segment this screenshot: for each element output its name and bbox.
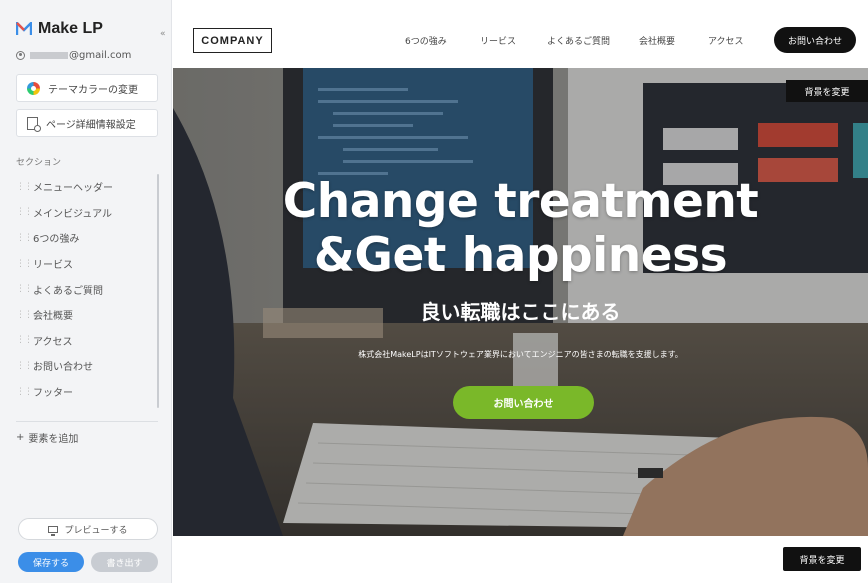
user-icon	[16, 51, 25, 60]
change-background-button[interactable]: 背景を変更	[786, 80, 868, 102]
monitor-icon	[48, 525, 59, 536]
plus-icon: +	[16, 432, 25, 443]
section-item[interactable]: ⋮⋮ メニューヘッダー	[16, 174, 156, 200]
drag-handle-icon[interactable]: ⋮⋮	[16, 207, 33, 217]
site-nav: 6つの強み リービス よくあるご質問 会社概要 アクセス	[173, 34, 868, 48]
section-item-label: 6つの強み	[33, 234, 80, 246]
drag-handle-icon[interactable]: ⋮⋮	[16, 387, 33, 397]
add-element-button[interactable]: + 要素を追加	[16, 430, 78, 445]
drag-handle-icon[interactable]: ⋮⋮	[16, 182, 33, 192]
section-item[interactable]: ⋮⋮ フッター	[16, 379, 156, 405]
drag-handle-icon[interactable]: ⋮⋮	[16, 259, 33, 269]
document-search-icon	[27, 116, 41, 132]
section-item[interactable]: ⋮⋮ 6つの強み	[16, 225, 156, 251]
drag-handle-icon[interactable]: ⋮⋮	[16, 361, 33, 371]
drag-handle-icon[interactable]: ⋮⋮	[16, 310, 33, 320]
page-settings-label: ページ詳細情報設定	[46, 119, 136, 131]
hero-content: Change treatment &Get happiness 良い転職はここに…	[173, 68, 868, 536]
theme-color-button[interactable]: テーマカラーの変更	[16, 74, 158, 102]
section-list-scrollbar[interactable]	[157, 174, 159, 408]
drag-handle-icon[interactable]: ⋮⋮	[16, 233, 33, 243]
hero-section: Change treatment &Get happiness 良い転職はここに…	[173, 68, 868, 536]
section-list: ⋮⋮ メニューヘッダー ⋮⋮ メインビジュアル ⋮⋮ 6つの強み ⋮⋮ リービス ⋮⋮ よ…	[16, 174, 156, 404]
nav-link-strengths[interactable]: 6つの強み	[405, 34, 447, 47]
page-settings-button[interactable]: ページ詳細情報設定	[16, 109, 158, 137]
editor-sidebar: Make LP « @gmail.com テーマカラーの変更 ページ詳細情報設定…	[0, 0, 172, 583]
hero-description: 株式会社MakeLPはITソフトウェア業界においてエンジニアの皆さまの転職を支援…	[358, 350, 683, 359]
brand: Make LP	[16, 20, 103, 38]
hero-headline-line1: Change treatment	[282, 174, 759, 229]
section-item-label: アクセス	[33, 336, 73, 348]
section-item[interactable]: ⋮⋮ メインビジュアル	[16, 200, 156, 226]
divider	[16, 421, 158, 422]
section-item[interactable]: ⋮⋮ アクセス	[16, 328, 156, 354]
theme-color-label: テーマカラーの変更	[48, 84, 138, 96]
drag-handle-icon[interactable]: ⋮⋮	[16, 335, 33, 345]
save-button[interactable]: 保存する	[18, 552, 84, 572]
hero-headline-line2: &Get happiness	[313, 228, 728, 283]
brand-name: Make LP	[38, 20, 103, 37]
section-item-label: フッター	[33, 388, 73, 400]
preview-button[interactable]: プレビューする	[18, 518, 158, 540]
hero-subtitle: 良い転職はここにある	[420, 300, 621, 324]
section-item-label: メニューヘッダー	[33, 183, 113, 195]
nav-link-faq[interactable]: よくあるご質問	[547, 34, 610, 47]
section-item[interactable]: ⋮⋮ お問い合わせ	[16, 353, 156, 379]
section-item-label: お問い合わせ	[33, 362, 93, 374]
section-item[interactable]: ⋮⋮ リービス	[16, 251, 156, 277]
section-item-label: メインビジュアル	[33, 208, 112, 220]
makelp-logo-icon	[16, 22, 32, 35]
account-email: @gmail.com	[69, 50, 132, 61]
hero-contact-button[interactable]: お問い合わせ	[453, 386, 594, 419]
collapse-sidebar-icon[interactable]: «	[160, 29, 166, 39]
section-item[interactable]: ⋮⋮ よくあるご質問	[16, 276, 156, 302]
change-background-button-bottom[interactable]: 背景を変更	[783, 547, 861, 571]
add-element-label: 要素を追加	[28, 434, 79, 445]
drag-handle-icon[interactable]: ⋮⋮	[16, 284, 33, 294]
section-item-label: リービス	[33, 260, 73, 272]
site-header: COMPANY 6つの強み リービス よくあるご質問 会社概要 アクセス お問い…	[173, 0, 868, 68]
nav-link-company[interactable]: 会社概要	[639, 34, 675, 47]
header-contact-button[interactable]: お問い合わせ	[774, 27, 856, 53]
palette-icon	[27, 81, 40, 95]
section-item-label: よくあるご質問	[33, 285, 103, 297]
export-button[interactable]: 書き出す	[91, 552, 158, 572]
nav-link-service[interactable]: リービス	[480, 34, 516, 47]
section-item[interactable]: ⋮⋮ 会社概要	[16, 302, 156, 328]
redacted-email-prefix	[30, 52, 68, 59]
account-info: @gmail.com	[16, 50, 131, 61]
preview-label: プレビューする	[64, 525, 128, 536]
sections-heading: セクション	[16, 158, 62, 168]
section-item-label: 会社概要	[33, 311, 73, 323]
nav-link-access[interactable]: アクセス	[708, 34, 744, 47]
